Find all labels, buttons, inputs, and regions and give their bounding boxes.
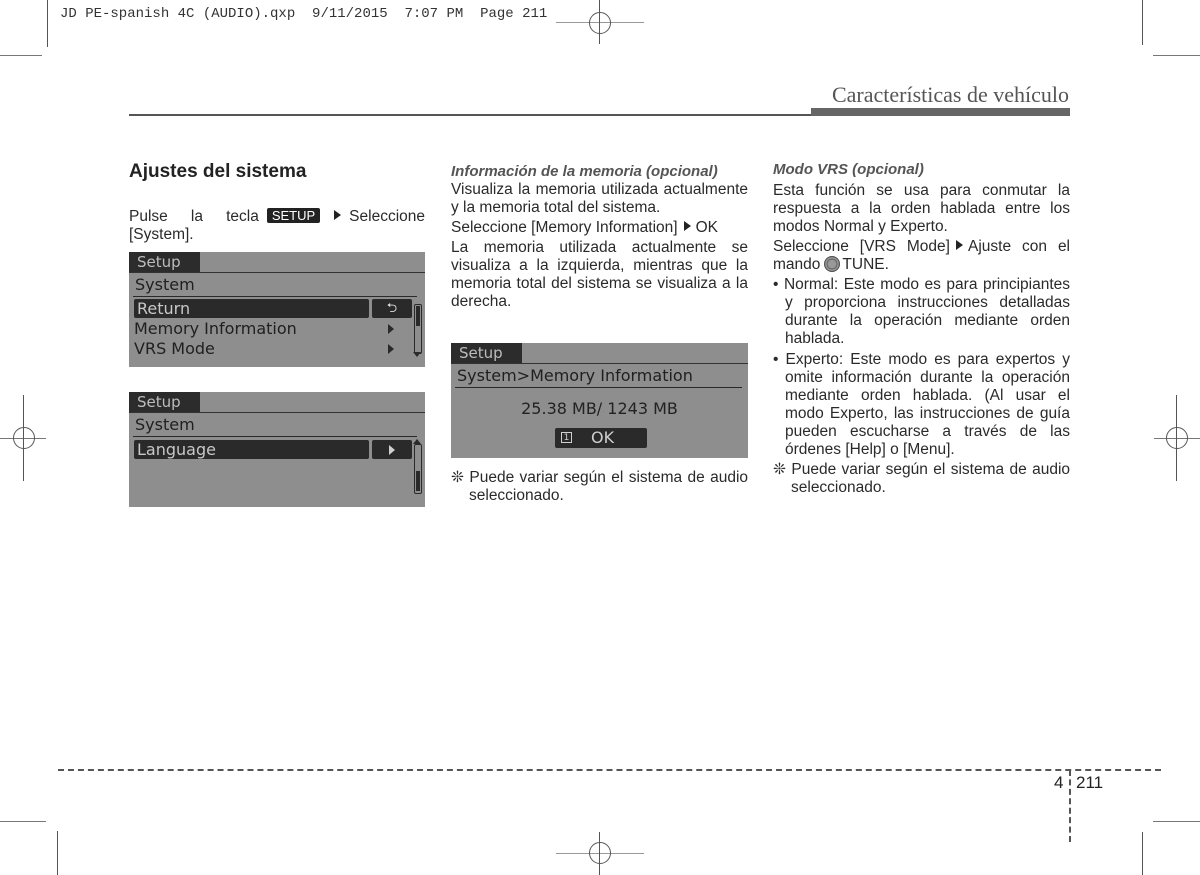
header-rule-accent <box>811 108 1070 116</box>
screen-breadcrumb: System <box>135 275 195 294</box>
chapter-title: Características de vehículo <box>831 82 1069 107</box>
paragraph: Visualiza la memoria utilizada actualmen… <box>451 181 748 216</box>
scrollbar[interactable] <box>414 304 422 354</box>
header-rule <box>129 114 811 116</box>
chevron-right-icon <box>388 324 394 334</box>
note-mark-icon: ❊ <box>451 469 464 486</box>
ok-button[interactable]: 1 OK <box>555 428 647 448</box>
column-memory-information: Información de la memoria (opcional) Vis… <box>451 163 748 311</box>
instruction-text: Seleccione [Memory Information] OK <box>451 219 748 237</box>
bullet-expert: • Experto: Este modo es para expertos y … <box>773 351 1070 458</box>
setup-key-badge: SETUP <box>266 208 321 223</box>
column-system-settings: Ajustes del sistema Pulse la tecla SETUP S… <box>129 160 425 244</box>
registration-target-icon <box>589 12 611 34</box>
note-memory: ❊ Puede variar según el sistema de audio… <box>451 469 748 505</box>
subsection-title: Información de la memoria (opcional) <box>451 163 718 180</box>
menu-item-label: Memory Information <box>134 319 297 338</box>
memory-usage-value: 25.38 MB/ 1243 MB <box>521 399 678 418</box>
scroll-down-icon[interactable] <box>413 352 421 357</box>
chapter-number: 4 <box>1054 773 1064 792</box>
footer-rule <box>58 769 1161 771</box>
instruction-text: Seleccione [VRS Mode] Ajuste con el mando… <box>773 238 1070 274</box>
ok-label: OK <box>591 428 615 447</box>
instruction-after: TUNE. <box>842 256 889 273</box>
chevron-right-icon <box>389 445 395 455</box>
paragraph: Esta función se usa para conmutar la res… <box>773 182 1070 235</box>
setup-system-language-screen: Setup System Language <box>129 392 425 507</box>
instruction-before: Seleccione [VRS Mode] <box>773 238 950 255</box>
divider <box>133 296 417 297</box>
menu-item-label: Return <box>137 299 191 318</box>
subsection-title: Modo VRS (opcional) <box>773 161 924 178</box>
instruction-before: Seleccione [Memory Information] <box>451 219 678 236</box>
crop-mark <box>47 0 48 47</box>
note-body: Puede variar según el sistema de audio s… <box>791 461 1071 496</box>
return-icon[interactable]: ⮌ <box>372 299 412 318</box>
chevron-right-icon <box>388 344 394 354</box>
crop-mark <box>0 55 42 56</box>
instruction-after: OK <box>695 219 718 236</box>
footer-divider <box>1069 770 1071 842</box>
memory-information-screen: Setup System>Memory Information 25.38 MB… <box>451 343 748 458</box>
instruction-text: Pulse la tecla SETUP Seleccione [System]. <box>129 208 425 244</box>
print-slug: JD PE-spanish 4C (AUDIO).qxp 9/11/2015 7… <box>60 6 548 22</box>
page-number: 211 <box>1076 773 1104 792</box>
arrow-right-icon <box>683 221 691 231</box>
arrow-right-icon <box>955 240 963 250</box>
chevron-right-button[interactable] <box>372 440 412 459</box>
note-text: ❊ Puede variar según el sistema de audio… <box>451 469 748 505</box>
section-title: Ajustes del sistema <box>129 161 307 182</box>
menu-item-return[interactable]: Return <box>134 299 369 318</box>
column-vrs-mode: Modo VRS (opcional) Esta función se usa … <box>773 161 1070 497</box>
registration-target-icon <box>13 427 35 449</box>
divider <box>133 436 417 437</box>
scrollbar[interactable] <box>414 444 422 494</box>
tab-setup[interactable]: Setup <box>129 392 200 412</box>
tune-knob-icon <box>824 256 841 272</box>
crop-mark <box>1142 832 1143 875</box>
note-body: Puede variar según el sistema de audio s… <box>469 469 749 504</box>
instruction-before: Pulse la tecla <box>129 208 259 225</box>
scrollbar-thumb[interactable] <box>416 306 420 326</box>
screen-breadcrumb: System>Memory Information <box>457 366 693 385</box>
crop-mark <box>57 831 58 875</box>
tab-setup[interactable]: Setup <box>451 343 522 363</box>
registration-target-icon <box>1166 427 1188 449</box>
crop-mark <box>1153 55 1200 56</box>
note-text: ❊ Puede variar según el sistema de audio… <box>773 461 1070 497</box>
scrollbar-thumb[interactable] <box>416 471 420 491</box>
crop-mark <box>0 821 46 822</box>
crop-mark <box>1153 821 1200 822</box>
menu-item-language[interactable]: Language <box>134 440 369 459</box>
bullet-normal: • Normal: Este modo es para principiante… <box>773 276 1070 347</box>
screen-breadcrumb: System <box>135 415 195 434</box>
menu-item-label: Language <box>137 440 216 459</box>
menu-item-label: VRS Mode <box>134 339 215 358</box>
key-1-icon: 1 <box>561 432 572 443</box>
arrow-right-icon <box>334 210 342 220</box>
setup-system-screen: Setup System Return ⮌ Memory Information… <box>129 252 425 367</box>
tab-setup[interactable]: Setup <box>129 252 200 272</box>
note-mark-icon: ❊ <box>773 461 786 478</box>
menu-item-memory-information[interactable]: Memory Information <box>134 319 404 338</box>
crop-mark <box>1142 0 1143 45</box>
divider <box>455 387 742 388</box>
paragraph: La memoria utilizada actualmente se visu… <box>451 239 748 310</box>
registration-target-icon <box>589 842 611 864</box>
menu-item-vrs-mode[interactable]: VRS Mode <box>134 339 404 358</box>
